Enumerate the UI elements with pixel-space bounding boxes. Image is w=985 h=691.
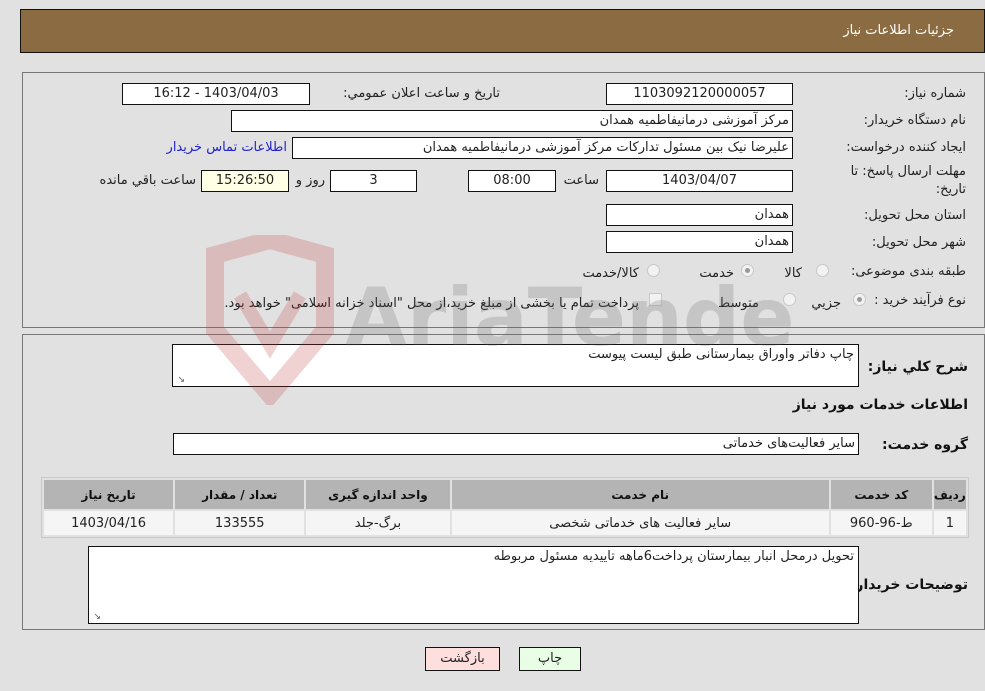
- buyer-notes-text: تحویل درمحل انبار بیمارستان پرداخت6ماهه …: [493, 549, 854, 564]
- need-number-label: شماره نیاز:: [904, 86, 966, 101]
- buyer-notes-textarea[interactable]: تحویل درمحل انبار بیمارستان پرداخت6ماهه …: [88, 546, 859, 624]
- process-label: نوع فرآیند خرید :: [874, 293, 966, 308]
- col-unit-header: واحد اندازه گیری: [306, 480, 450, 509]
- table-row: 1 ط-96-960 سایر فعالیت های خدماتی شخصی ب…: [44, 511, 966, 535]
- cell-name: سایر فعالیت های خدماتی شخصی: [451, 511, 829, 535]
- need-info-panel: شماره نیاز: 1103092120000057 تاريخ و ساع…: [22, 72, 985, 328]
- province-field: همدان: [606, 204, 793, 226]
- service-group-field: سایر فعالیت‌های خدماتی: [173, 433, 859, 455]
- buyer-contact-link[interactable]: اطلاعات تماس خریدار: [167, 140, 287, 155]
- announce-label: تاريخ و ساعت اعلان عمومي:: [343, 86, 500, 101]
- category-label: طبقه بندی موضوعی:: [850, 264, 966, 279]
- creator-label: ایجاد کننده درخواست:: [846, 140, 966, 155]
- category-service-label: خدمت: [699, 266, 734, 281]
- services-heading: اطلاعات خدمات مورد نياز: [792, 397, 968, 413]
- deadline-label: مهلت ارسال پاسخ: تا تاریخ:: [850, 164, 966, 197]
- summary-text: چاپ دفاتر واوراق بیمارستانی طبق لیست پیو…: [588, 347, 854, 362]
- remaining-time-field: 15:26:50: [201, 170, 289, 192]
- process-medium-label: متوسط: [718, 296, 759, 311]
- col-date-header: تاريخ نياز: [44, 480, 174, 509]
- summary-textarea[interactable]: چاپ دفاتر واوراق بیمارستانی طبق لیست پیو…: [172, 344, 859, 387]
- resize-grip-icon[interactable]: ↘: [91, 612, 101, 622]
- services-table: رديف کد خدمت نام خدمت واحد اندازه گیری ت…: [41, 477, 969, 538]
- deadline-time-label: ساعت: [563, 173, 599, 188]
- cell-unit: برگ-جلد: [306, 511, 450, 535]
- days-remaining-field: 3: [330, 170, 417, 192]
- cell-row: 1: [933, 511, 966, 535]
- print-button[interactable]: چاپ: [519, 647, 581, 671]
- city-field: همدان: [606, 231, 793, 253]
- col-name-header: نام خدمت: [451, 480, 829, 509]
- cell-code: ط-96-960: [830, 511, 932, 535]
- col-qty-header: تعداد / مقدار: [175, 480, 305, 509]
- city-label: شهر محل تحویل:: [871, 235, 966, 250]
- service-details-panel: شرح کلي نياز: چاپ دفاتر واوراق بیمارستان…: [22, 334, 985, 630]
- category-goods-label: کالا: [784, 266, 802, 281]
- process-minor-radio[interactable]: [853, 293, 866, 306]
- category-goods-radio[interactable]: [816, 264, 829, 277]
- page-title: جزئیات اطلاعات نیاز: [843, 23, 954, 38]
- service-group-label: گروه خدمت:: [882, 437, 968, 453]
- deadline-date-field: 1403/04/07: [606, 170, 793, 192]
- deadline-time-field: 08:00: [468, 170, 556, 192]
- cell-qty: 133555: [175, 511, 305, 535]
- treasury-note: پرداخت تمام یا بخشی از مبلغ خرید،از محل …: [224, 296, 639, 311]
- buyer-notes-label: توضيحات خريدار:: [849, 577, 968, 593]
- category-goods-service-label: کالا/خدمت: [582, 266, 639, 281]
- creator-field: علیرضا نیک بین مسئول تدارکات مرکز آموزشی…: [292, 137, 793, 159]
- remaining-label: ساعت باقي مانده: [99, 173, 196, 188]
- province-label: استان محل تحویل:: [864, 208, 966, 223]
- table-header-row: رديف کد خدمت نام خدمت واحد اندازه گیری ت…: [44, 480, 966, 509]
- resize-grip-icon[interactable]: ↘: [175, 375, 185, 385]
- back-button[interactable]: بازگشت: [425, 647, 500, 671]
- announce-datetime-field: 1403/04/03 - 16:12: [122, 83, 310, 105]
- buyer-org-field: مرکز آموزشی درمانیفاطمیه همدان: [231, 110, 793, 132]
- category-service-radio[interactable]: [741, 264, 754, 277]
- cell-date: 1403/04/16: [44, 511, 174, 535]
- page-header: جزئیات اطلاعات نیاز: [20, 9, 985, 53]
- col-row-header: رديف: [933, 480, 966, 509]
- need-number-field: 1103092120000057: [606, 83, 793, 105]
- process-minor-label: جزيي: [811, 296, 841, 311]
- buyer-org-label: نام دستگاه خریدار:: [863, 113, 966, 128]
- process-medium-radio[interactable]: [783, 293, 796, 306]
- category-goods-service-radio[interactable]: [647, 264, 660, 277]
- col-code-header: کد خدمت: [830, 480, 932, 509]
- treasury-checkbox[interactable]: [649, 293, 662, 306]
- days-label: روز و: [295, 173, 325, 188]
- summary-label: شرح کلي نياز:: [867, 359, 968, 375]
